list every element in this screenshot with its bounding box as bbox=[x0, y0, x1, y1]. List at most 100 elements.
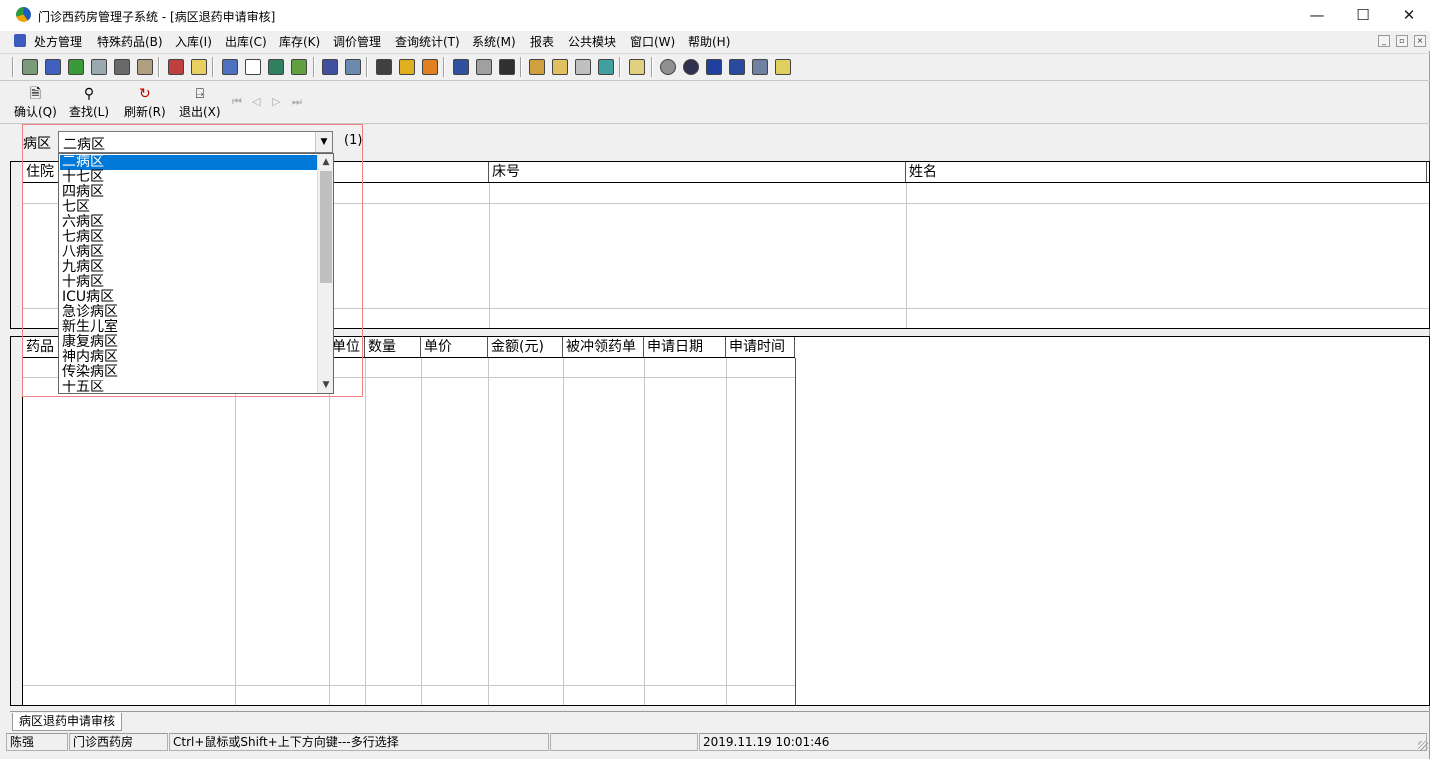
document-list-icon[interactable] bbox=[222, 59, 238, 75]
folder-icon[interactable] bbox=[529, 59, 545, 75]
col-apply-date[interactable]: 申请日期 bbox=[644, 337, 726, 357]
clipboard-icon[interactable] bbox=[22, 59, 38, 75]
mdi-close-icon[interactable]: × bbox=[1414, 35, 1426, 47]
menu-help[interactable]: 帮助(H) bbox=[688, 33, 730, 50]
menu-stock-out[interactable]: 出库(C) bbox=[225, 33, 267, 50]
column-divider bbox=[329, 358, 330, 705]
dropdown-option[interactable]: 四病区 bbox=[60, 185, 318, 200]
dropdown-option[interactable]: 六病区 bbox=[60, 215, 318, 230]
next-record-icon[interactable]: ▷ bbox=[272, 95, 280, 108]
maximize-button[interactable]: ☐ bbox=[1340, 0, 1386, 31]
confirm-button[interactable]: 🗎 确认(Q) bbox=[14, 86, 57, 120]
scroll-down-icon[interactable]: ▼ bbox=[318, 377, 334, 393]
calculator-icon[interactable] bbox=[91, 59, 107, 75]
prev-record-icon[interactable]: ◁ bbox=[252, 95, 260, 108]
grid-icon[interactable] bbox=[376, 59, 392, 75]
mdi-restore-icon[interactable]: ▫ bbox=[1396, 35, 1408, 47]
refresh-button[interactable]: ↻ 刷新(R) bbox=[124, 86, 166, 120]
scroll-thumb[interactable] bbox=[320, 171, 332, 283]
find-label: 查找(L) bbox=[69, 105, 110, 119]
resize-grip-icon[interactable] bbox=[1418, 741, 1428, 751]
tab-ward-return-review[interactable]: 病区退药申请审核 bbox=[12, 713, 123, 731]
dropdown-option[interactable]: 七病区 bbox=[60, 230, 318, 245]
mail-check-icon[interactable] bbox=[68, 59, 84, 75]
bottle-icon[interactable] bbox=[45, 59, 61, 75]
check-list-icon[interactable] bbox=[752, 59, 768, 75]
column-divider bbox=[726, 358, 727, 705]
zoom-icon[interactable] bbox=[575, 59, 591, 75]
window-icon[interactable] bbox=[345, 59, 361, 75]
dropdown-option[interactable]: 传染病区 bbox=[60, 365, 318, 380]
dropdown-option[interactable]: 九病区 bbox=[60, 260, 318, 275]
menu-prescription[interactable]: 处方管理 bbox=[34, 33, 82, 50]
col-offset-order[interactable]: 被冲领药单 bbox=[563, 337, 644, 357]
col-unit[interactable]: 单位 bbox=[329, 337, 365, 357]
close-button[interactable]: ✕ bbox=[1386, 0, 1432, 31]
dropdown-option[interactable]: 十五区 bbox=[60, 380, 318, 393]
mdi-minimize-icon[interactable]: _ bbox=[1378, 35, 1390, 47]
binoculars-icon[interactable] bbox=[114, 59, 130, 75]
scroll-up-icon[interactable]: ▲ bbox=[318, 154, 334, 170]
import-icon[interactable] bbox=[268, 59, 284, 75]
col-bed[interactable]: 床号 bbox=[489, 162, 906, 182]
checkbox-icon[interactable] bbox=[245, 59, 261, 75]
col-unit-price[interactable]: 单价 bbox=[421, 337, 488, 357]
last-record-icon[interactable]: ⏭ bbox=[292, 95, 302, 109]
edit-form-icon[interactable] bbox=[322, 59, 338, 75]
ward-dropdown-list[interactable]: 二病区 十七区 四病区 七区 六病区 七病区 八病区 九病区 十病区 ICU病区… bbox=[58, 153, 334, 394]
table-row[interactable] bbox=[23, 685, 795, 686]
dropdown-option[interactable]: 八病区 bbox=[60, 245, 318, 260]
card-icon[interactable] bbox=[191, 59, 207, 75]
dropdown-option[interactable]: 新生儿室 bbox=[60, 320, 318, 335]
chevron-down-icon[interactable]: ▼ bbox=[315, 132, 332, 152]
thermometer-icon[interactable] bbox=[552, 59, 568, 75]
open-folder-icon[interactable] bbox=[629, 59, 645, 75]
circle-icon[interactable] bbox=[660, 59, 676, 75]
menu-window[interactable]: 窗口(W) bbox=[630, 33, 675, 50]
report-icon[interactable] bbox=[168, 59, 184, 75]
dropdown-option[interactable]: 十病区 bbox=[60, 275, 318, 290]
cup-icon[interactable] bbox=[453, 59, 469, 75]
action-bar: 🗎 确认(Q) ⚲ 查找(L) ↻ 刷新(R) ⍈ 退出(X) ⏮ ◁ ▷ ⏭ bbox=[0, 82, 1430, 124]
ward-select[interactable]: 二病区 ▼ bbox=[58, 131, 333, 153]
dropdown-option[interactable]: 急诊病区 bbox=[60, 305, 318, 320]
bell-icon[interactable] bbox=[399, 59, 415, 75]
cancel-box-icon[interactable] bbox=[598, 59, 614, 75]
first-record-icon[interactable]: ⏮ bbox=[232, 95, 242, 109]
col-apply-time[interactable]: 申请时间 bbox=[726, 337, 795, 357]
dropdown-option[interactable]: 七区 bbox=[60, 200, 318, 215]
col-amount[interactable]: 金额(元) bbox=[488, 337, 563, 357]
dropdown-option[interactable]: 神内病区 bbox=[60, 350, 318, 365]
col-quantity[interactable]: 数量 bbox=[365, 337, 421, 357]
people-icon[interactable] bbox=[499, 59, 515, 75]
calendar-icon[interactable] bbox=[422, 59, 438, 75]
column-divider bbox=[421, 358, 422, 705]
toolbar-separator bbox=[520, 57, 522, 77]
dropdown-option[interactable]: 康复病区 bbox=[60, 335, 318, 350]
menu-inventory[interactable]: 库存(K) bbox=[279, 33, 320, 50]
search-icon[interactable] bbox=[683, 59, 699, 75]
col-name[interactable]: 姓名 bbox=[906, 162, 1427, 182]
mdi-document-icon[interactable] bbox=[14, 34, 26, 47]
menu-price-adjust[interactable]: 调价管理 bbox=[333, 33, 381, 50]
menu-query-stats[interactable]: 查询统计(T) bbox=[395, 33, 460, 50]
transfer-icon[interactable] bbox=[476, 59, 492, 75]
menu-stock-in[interactable]: 入库(I) bbox=[175, 33, 212, 50]
notes-icon[interactable] bbox=[775, 59, 791, 75]
minimize-button[interactable]: — bbox=[1294, 0, 1340, 31]
cascade-windows-icon[interactable] bbox=[729, 59, 745, 75]
dropdown-option[interactable]: 十七区 bbox=[60, 170, 318, 185]
export-icon[interactable] bbox=[291, 59, 307, 75]
icon-toolbar bbox=[0, 53, 1430, 81]
menu-special-drugs[interactable]: 特殊药品(B) bbox=[97, 33, 163, 50]
menu-public-modules[interactable]: 公共模块 bbox=[568, 33, 616, 50]
menu-reports[interactable]: 报表 bbox=[530, 33, 554, 50]
dropdown-option[interactable]: 二病区 bbox=[60, 155, 318, 170]
find-button[interactable]: ⚲ 查找(L) bbox=[69, 86, 109, 120]
menu-system[interactable]: 系统(M) bbox=[472, 33, 516, 50]
print-preview-icon[interactable] bbox=[137, 59, 153, 75]
dropdown-option[interactable]: ICU病区 bbox=[60, 290, 318, 305]
dropdown-scrollbar[interactable]: ▲ ▼ bbox=[317, 154, 333, 393]
list-icon[interactable] bbox=[706, 59, 722, 75]
exit-button[interactable]: ⍈ 退出(X) bbox=[179, 86, 221, 120]
